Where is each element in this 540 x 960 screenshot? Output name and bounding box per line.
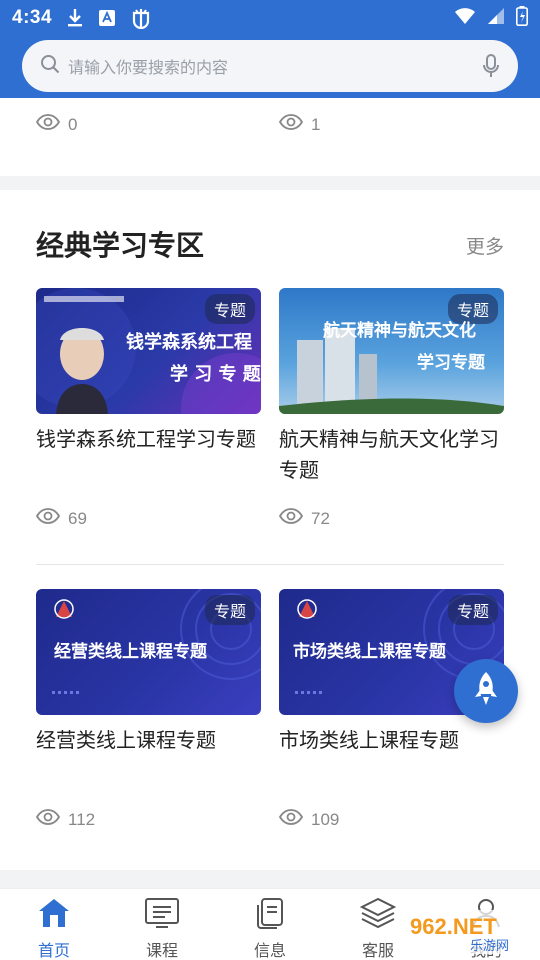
thumbnail-heading: 钱学森系统工程 xyxy=(126,332,252,353)
signal-icon xyxy=(486,7,506,29)
views-number: 0 xyxy=(68,114,78,134)
layers-icon xyxy=(359,897,397,933)
status-bar: 4:34 xyxy=(0,0,540,36)
topic-card[interactable]: 专题 钱学森系统工程 学 习 专 题 钱学森系统工程学习专题 69 xyxy=(35,288,261,529)
search-input[interactable]: 请输入你要搜索的内容 xyxy=(22,40,518,92)
topic-badge: 专题 xyxy=(204,294,255,324)
tab-label: 信息 xyxy=(253,941,286,960)
views-number: 112 xyxy=(68,809,96,829)
section-title: 经典学习专区 xyxy=(36,229,205,262)
topic-title[interactable]: 钱学森系统工程学习专题 xyxy=(36,424,261,486)
battery-icon xyxy=(516,6,528,30)
classic-learning-section: 经典学习专区 更多 专题 钱学森系统工程 学 习 专 题 钱学森系统工程学习专题… xyxy=(0,190,540,870)
topic-title[interactable]: 经营类线上课程专题 xyxy=(36,725,261,787)
tab-label: 首页 xyxy=(37,941,70,960)
search-icon xyxy=(40,54,60,78)
bug-icon xyxy=(130,7,152,29)
views-number: 1 xyxy=(311,114,321,134)
download-icon xyxy=(66,8,84,28)
views-count: 1 xyxy=(278,114,321,135)
eye-icon xyxy=(278,809,304,830)
wifi-icon xyxy=(454,7,476,29)
topic-badge: 专题 xyxy=(447,595,498,625)
topic-badge: 专题 xyxy=(204,595,255,625)
views-count: 112 xyxy=(35,809,261,830)
eye-icon xyxy=(35,114,61,135)
views-count: 72 xyxy=(278,508,504,529)
eye-icon xyxy=(35,809,61,830)
views-number: 69 xyxy=(68,508,87,528)
thumbnail-heading: 市场类线上课程专题 xyxy=(293,642,446,662)
topic-thumbnail[interactable]: 专题 经营类线上课程专题 xyxy=(36,589,261,715)
tab-label: 客服 xyxy=(361,941,394,960)
tab-course[interactable]: 课程 xyxy=(108,889,216,960)
topic-thumbnail[interactable]: 专题 钱学森系统工程 学 习 专 题 xyxy=(36,288,261,414)
tab-info[interactable]: 信息 xyxy=(216,889,324,960)
views-number: 109 xyxy=(311,809,340,829)
views-count: 109 xyxy=(278,809,504,830)
topic-card[interactable]: 专题 经营类线上课程专题 经营类线上课程专题 112 xyxy=(35,589,261,830)
thumbnail-subheading: 学习专题 xyxy=(417,353,485,373)
home-icon xyxy=(37,897,71,933)
eye-icon xyxy=(278,508,304,529)
info-icon xyxy=(255,897,285,933)
views-number: 72 xyxy=(311,508,330,528)
topic-title[interactable]: 市场类线上课程专题 xyxy=(279,725,504,787)
search-placeholder: 请输入你要搜索的内容 xyxy=(68,58,229,77)
rocket-fab-button[interactable] xyxy=(454,659,518,723)
course-list-icon xyxy=(144,897,180,933)
thumbnail-subheading: 学 习 专 题 xyxy=(170,364,261,385)
previous-section-card: 0 1 xyxy=(0,98,540,176)
eye-icon xyxy=(278,114,304,135)
rocket-icon xyxy=(472,671,500,711)
topic-card[interactable]: 专题 航天精神与航天文化 学习专题 航天精神与航天文化学习专题 72 xyxy=(278,288,504,529)
thumbnail-heading: 经营类线上课程专题 xyxy=(54,642,207,662)
row-divider xyxy=(36,564,504,565)
app-notification-icon xyxy=(98,9,116,27)
more-link[interactable]: 更多 xyxy=(466,232,504,259)
watermark-subtext: 乐游网 xyxy=(470,939,509,954)
views-count: 0 xyxy=(35,114,78,135)
thumbnail-heading: 航天精神与航天文化 xyxy=(323,321,476,341)
tab-home[interactable]: 首页 xyxy=(0,889,108,960)
header: 请输入你要搜索的内容 xyxy=(0,36,540,98)
watermark-text: 962.NET xyxy=(410,914,497,939)
site-watermark: 962.NET 乐游网 xyxy=(400,908,532,956)
microphone-icon[interactable] xyxy=(482,54,500,78)
topic-thumbnail[interactable]: 专题 航天精神与航天文化 学习专题 xyxy=(279,288,504,414)
tab-label: 课程 xyxy=(145,941,178,960)
status-time: 4:34 xyxy=(12,7,53,28)
eye-icon xyxy=(35,508,61,529)
topic-title[interactable]: 航天精神与航天文化学习专题 xyxy=(279,424,504,486)
views-count: 69 xyxy=(35,508,261,529)
